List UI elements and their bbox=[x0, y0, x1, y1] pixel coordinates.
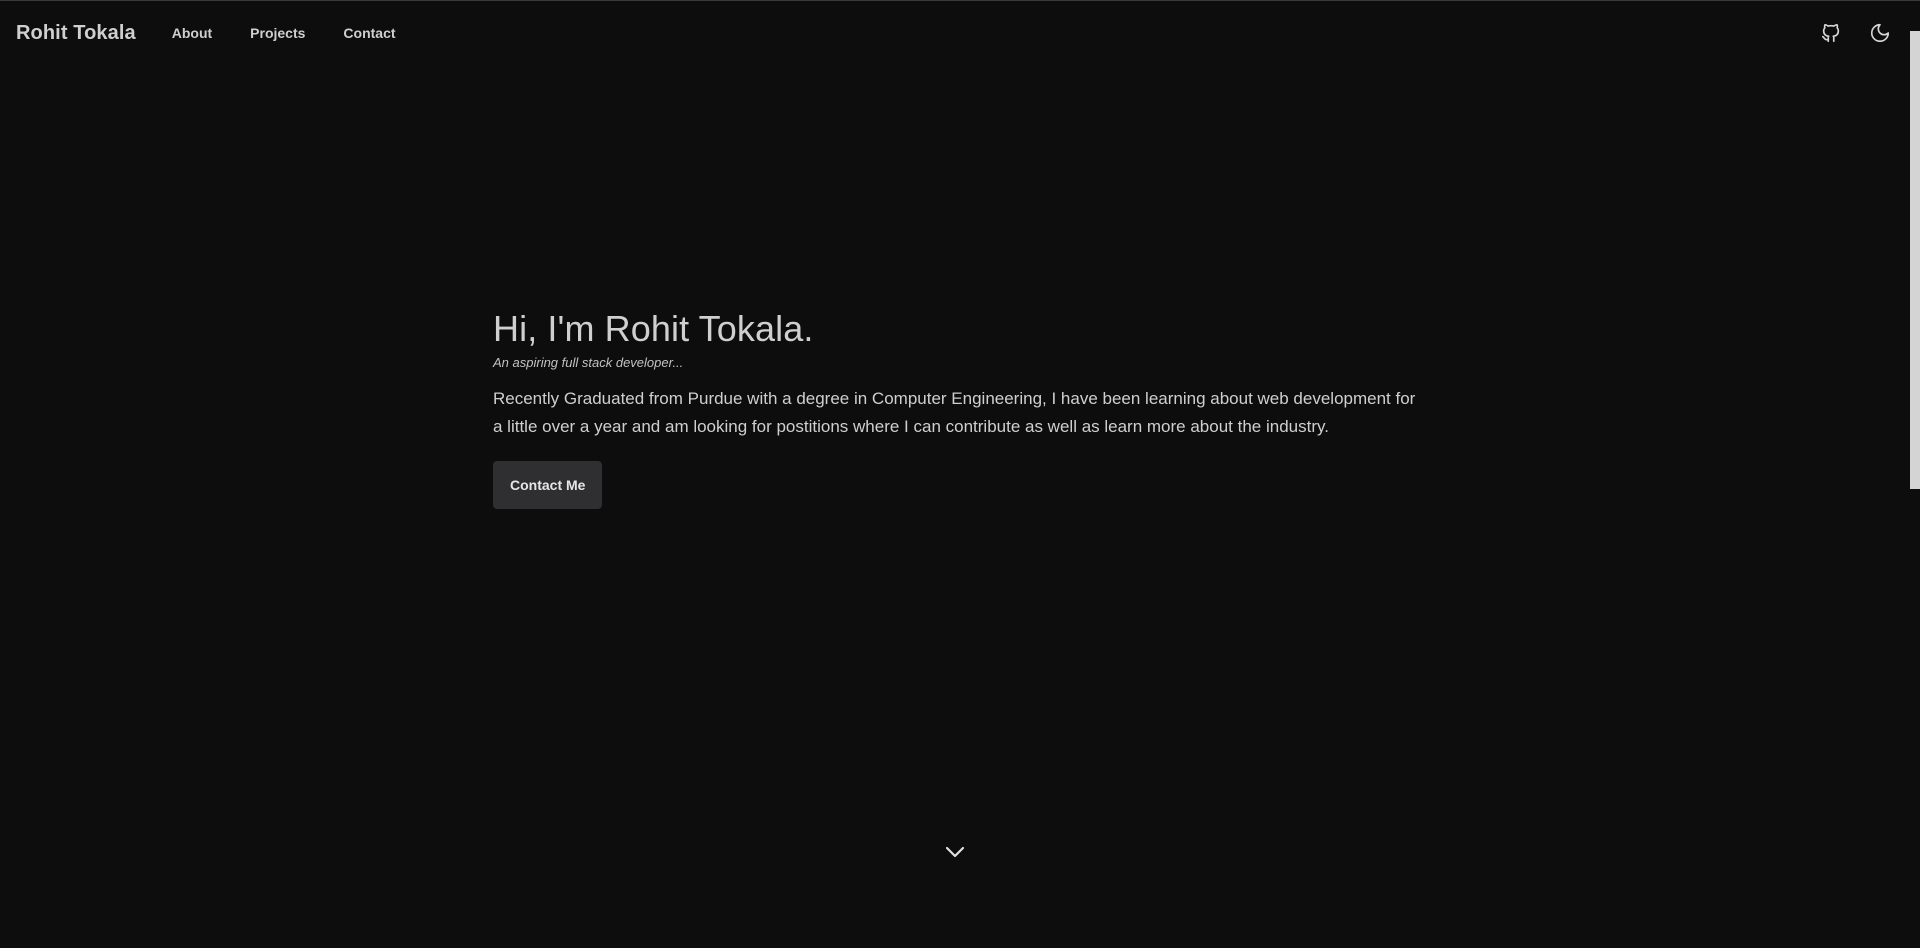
nav-icon-group bbox=[1807, 1, 1908, 65]
scrollbar-thumb[interactable] bbox=[1910, 31, 1920, 489]
hero-subtitle: An aspiring full stack developer... bbox=[493, 355, 684, 370]
page: Rohit Tokala About Projects Contact Hi, … bbox=[0, 0, 1920, 948]
nav-link-contact[interactable]: Contact bbox=[324, 25, 414, 41]
top-navbar: Rohit Tokala About Projects Contact bbox=[0, 1, 1908, 65]
nav-link-about[interactable]: About bbox=[153, 25, 231, 41]
hero-description: Recently Graduated from Purdue with a de… bbox=[493, 389, 1416, 436]
theme-toggle-button[interactable] bbox=[1856, 9, 1904, 57]
scroll-down-button[interactable] bbox=[940, 837, 970, 867]
nav-links: About Projects Contact bbox=[153, 25, 415, 41]
nav-link-projects[interactable]: Projects bbox=[231, 25, 324, 41]
hero-title: Hi, I'm Rohit Tokala. bbox=[493, 308, 814, 349]
brand-logo-text[interactable]: Rohit Tokala bbox=[16, 22, 136, 45]
github-icon bbox=[1821, 23, 1840, 43]
moon-icon bbox=[1870, 23, 1890, 43]
scrollbar-track[interactable] bbox=[1910, 1, 1920, 948]
hero-section: Hi, I'm Rohit Tokala. An aspiring full s… bbox=[493, 307, 1423, 509]
github-button[interactable] bbox=[1807, 9, 1855, 57]
chevron-down-icon bbox=[945, 846, 965, 858]
contact-me-button[interactable]: Contact Me bbox=[493, 461, 603, 509]
